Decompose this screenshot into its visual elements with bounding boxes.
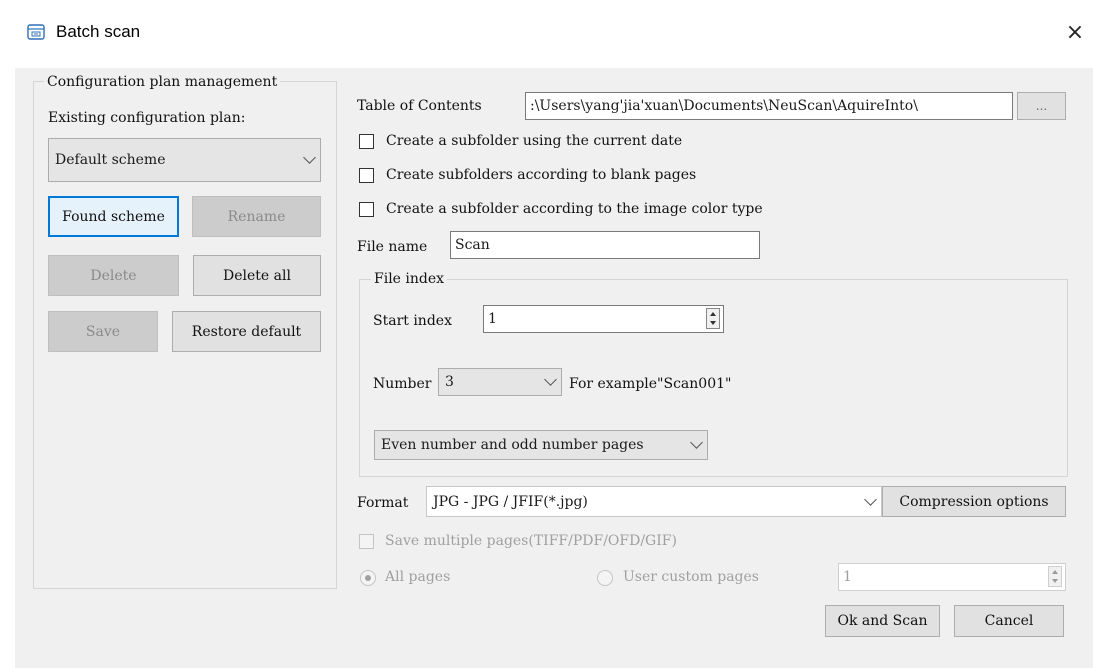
save-multiple-label: Save multiple pages(TIFF/PDF/OFD/GIF) — [385, 533, 677, 549]
number-select[interactable]: 3 — [438, 368, 562, 396]
subfolder-color-checkbox[interactable] — [359, 202, 374, 217]
all-pages-label: All pages — [385, 569, 451, 585]
close-icon[interactable]: × — [1060, 17, 1090, 49]
file-name-field[interactable]: Scan — [450, 231, 760, 259]
file-name-label: File name — [357, 239, 428, 255]
restore-default-button[interactable]: Restore default — [172, 311, 321, 352]
title-bar: Batch scan × — [0, 0, 1093, 68]
pages-select[interactable]: Even number and odd number pages — [374, 430, 708, 460]
example-label: For example"Scan001" — [569, 376, 732, 392]
spin-arrows-icon[interactable] — [706, 308, 720, 329]
start-index-field[interactable]: 1 — [483, 305, 724, 333]
cancel-button[interactable]: Cancel — [954, 605, 1064, 637]
ok-and-scan-button[interactable]: Ok and Scan — [825, 605, 940, 637]
config-plan-group-title: Configuration plan management — [44, 74, 281, 90]
all-pages-radio[interactable] — [360, 570, 376, 586]
chevron-down-icon — [544, 373, 557, 386]
batch-scan-dialog: Batch scan × Configuration plan manageme… — [0, 0, 1093, 668]
format-label: Format — [357, 495, 409, 511]
window-title: Batch scan — [56, 22, 141, 41]
spin-up-icon[interactable] — [710, 312, 716, 316]
subfolder-blank-label: Create subfolders according to blank pag… — [386, 167, 697, 183]
found-scheme-button[interactable]: Found scheme — [48, 196, 179, 237]
subfolder-blank-checkbox[interactable] — [359, 168, 374, 183]
delete-button[interactable]: Delete — [48, 255, 179, 296]
radio-selected-dot — [365, 575, 371, 581]
plan-select-value: Default scheme — [55, 152, 166, 168]
chevron-down-icon — [864, 492, 877, 506]
subfolder-date-checkbox[interactable] — [359, 134, 374, 149]
rename-button[interactable]: Rename — [192, 196, 321, 237]
dialog-body: Configuration plan management Existing c… — [15, 68, 1093, 668]
save-button[interactable]: Save — [48, 311, 158, 352]
custom-pages-field[interactable]: 1 — [838, 563, 1066, 591]
spin-down-icon[interactable] — [710, 321, 716, 325]
browse-button[interactable]: ... — [1017, 92, 1066, 120]
toc-label: Table of Contents — [357, 98, 482, 114]
spin-down-icon[interactable] — [1052, 579, 1058, 583]
number-label: Number — [373, 376, 432, 392]
file-index-group-title: File index — [371, 271, 448, 287]
number-select-value: 3 — [445, 374, 454, 390]
format-select-value: JPG - JPG / JFIF(*.jpg) — [433, 493, 588, 510]
custom-pages-radio[interactable] — [597, 570, 613, 586]
spin-up-icon[interactable] — [1052, 570, 1058, 574]
custom-pages-value: 1 — [843, 569, 852, 585]
delete-all-button[interactable]: Delete all — [193, 255, 321, 296]
subfolder-color-label: Create a subfolder according to the imag… — [386, 201, 763, 217]
spin-arrows-icon[interactable] — [1048, 566, 1062, 587]
pages-select-value: Even number and odd number pages — [381, 437, 644, 453]
toc-path-field[interactable]: :\Users\yang'jia'xuan\Documents\NeuScan\… — [525, 92, 1013, 120]
start-index-label: Start index — [373, 313, 452, 329]
subfolder-date-label: Create a subfolder using the current dat… — [386, 133, 683, 149]
custom-pages-label: User custom pages — [623, 569, 759, 585]
chevron-down-icon — [303, 151, 316, 164]
compression-options-button[interactable]: Compression options — [882, 486, 1066, 517]
scanner-window-icon — [27, 24, 45, 40]
existing-plan-label: Existing configuration plan: — [48, 110, 246, 126]
start-index-value: 1 — [488, 311, 497, 327]
plan-select[interactable]: Default scheme — [48, 138, 321, 182]
chevron-down-icon — [690, 436, 703, 449]
save-multiple-checkbox[interactable] — [359, 534, 374, 549]
format-select[interactable]: JPG - JPG / JFIF(*.jpg) — [426, 486, 882, 517]
